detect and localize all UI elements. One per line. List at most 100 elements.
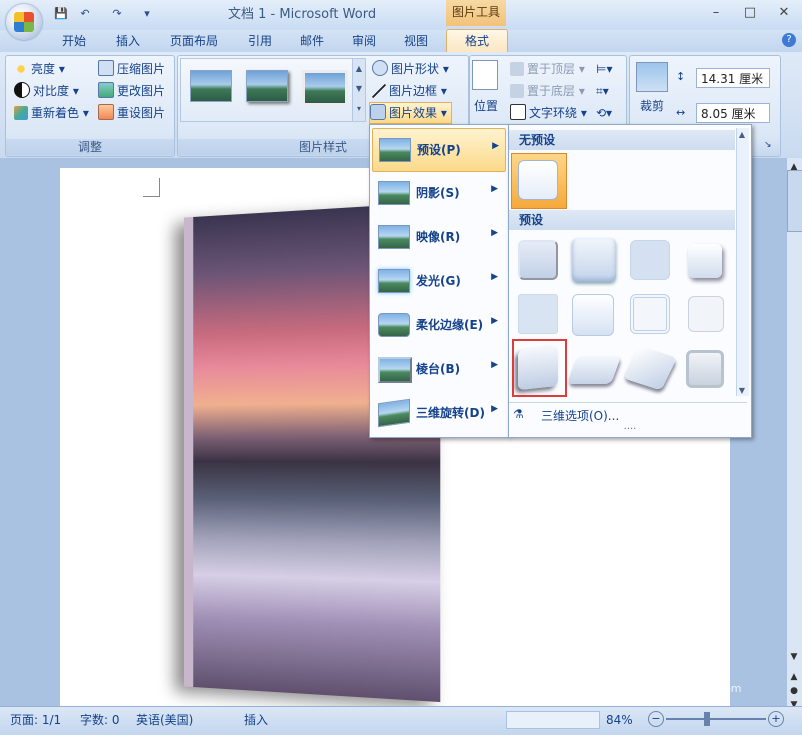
scroll-down-icon[interactable]: ▼ bbox=[787, 650, 801, 664]
watermark-logo: Bai经验 bbox=[612, 640, 730, 684]
contrast-label: 对比度 ▾ bbox=[33, 84, 79, 98]
shape-icon bbox=[372, 60, 388, 76]
submenu-arrow-icon: ▶ bbox=[491, 272, 498, 282]
style-thumb-2[interactable] bbox=[246, 70, 288, 102]
bring-to-front-button[interactable]: 置于顶层 ▾ bbox=[510, 59, 585, 79]
submenu-arrow-icon: ▶ bbox=[492, 141, 499, 151]
picture-shape-button[interactable]: 图片形状 ▾ bbox=[372, 59, 449, 79]
menu-item-reflection[interactable]: 映像(R) ▶ bbox=[372, 216, 504, 258]
reset-picture-button[interactable]: 重设图片 bbox=[98, 103, 165, 123]
redo-icon[interactable]: ↷ bbox=[108, 6, 126, 22]
tab-view[interactable]: 视图 bbox=[396, 31, 436, 51]
view-buttons[interactable] bbox=[506, 711, 600, 729]
submenu-arrow-icon: ▶ bbox=[491, 316, 498, 326]
compress-pictures-button[interactable]: 压缩图片 bbox=[98, 59, 165, 79]
tab-page-layout[interactable]: 页面布局 bbox=[162, 31, 226, 51]
tab-review[interactable]: 审阅 bbox=[344, 31, 384, 51]
preset-option-12[interactable] bbox=[686, 350, 724, 388]
vertical-scrollbar[interactable] bbox=[786, 158, 802, 706]
menu-item-soft-edges-label: 柔化边缘(E) bbox=[416, 316, 483, 333]
customize-quick-access-icon[interactable]: ▾ bbox=[138, 6, 156, 22]
restore-button[interactable]: □ bbox=[738, 4, 762, 22]
picture-effects-label: 图片效果 ▾ bbox=[389, 106, 447, 120]
picture-effects-button[interactable]: 图片效果 ▾ bbox=[369, 102, 452, 124]
tab-mailings[interactable]: 邮件 bbox=[292, 31, 332, 51]
zoom-slider[interactable] bbox=[666, 718, 766, 720]
status-language[interactable]: 英语(美国) bbox=[136, 712, 193, 728]
preset-option-6[interactable] bbox=[572, 294, 614, 336]
status-insert-mode[interactable]: 插入 bbox=[244, 712, 268, 728]
preset-option-2[interactable] bbox=[572, 238, 616, 282]
group-icon[interactable]: ⌗▾ bbox=[596, 84, 614, 100]
minimize-button[interactable]: – bbox=[704, 4, 728, 22]
reflection-icon bbox=[378, 225, 410, 249]
close-button[interactable]: ✕ bbox=[772, 4, 796, 22]
send-back-label: 置于底层 ▾ bbox=[527, 84, 585, 98]
reset-picture-icon bbox=[98, 104, 114, 120]
menu-item-glow-label: 发光(G) bbox=[416, 272, 461, 289]
send-to-back-button[interactable]: 置于底层 ▾ bbox=[510, 81, 585, 101]
menu-item-bevel[interactable]: 棱台(B) ▶ bbox=[372, 348, 504, 390]
help-icon[interactable]: ? bbox=[782, 33, 796, 47]
tab-references[interactable]: 引用 bbox=[240, 31, 280, 51]
text-wrap-button[interactable]: 文字环绕 ▾ bbox=[510, 103, 587, 123]
contrast-button[interactable]: 对比度 ▾ bbox=[14, 81, 79, 101]
previous-page-icon[interactable]: ▲ bbox=[787, 670, 801, 684]
gallery-scroll-arrows[interactable]: ▲ ▼ ▾ bbox=[352, 58, 366, 122]
zoom-in-icon[interactable]: + bbox=[768, 711, 784, 727]
preset-gallery-scrollbar[interactable] bbox=[736, 128, 749, 396]
rotate-icon[interactable]: ⟲▾ bbox=[596, 106, 614, 122]
menu-item-reflection-label: 映像(R) bbox=[416, 228, 460, 245]
preset-option-3[interactable] bbox=[630, 240, 670, 280]
gallery-scroll-down-icon[interactable]: ▼ bbox=[737, 386, 747, 395]
shadow-icon bbox=[378, 181, 410, 205]
text-wrap-icon bbox=[510, 104, 526, 120]
menu-item-shadow[interactable]: 阴影(S) ▶ bbox=[372, 172, 504, 214]
zoom-slider-thumb[interactable] bbox=[704, 712, 710, 726]
no-preset-header: 无预设 bbox=[509, 130, 735, 150]
menu-item-3d-rotation[interactable]: 三维旋转(D) ▶ bbox=[372, 392, 504, 434]
submenu-arrow-icon: ▶ bbox=[491, 228, 498, 238]
height-input[interactable]: 14.31 厘米 bbox=[696, 68, 770, 88]
gallery-scroll-up-icon[interactable]: ▲ bbox=[737, 130, 747, 139]
change-picture-button[interactable]: 更改图片 bbox=[98, 81, 165, 101]
3d-options-icon: ⚗ bbox=[513, 407, 529, 423]
crop-button[interactable]: 裁剪 bbox=[640, 96, 664, 116]
height-icon: ↕ bbox=[676, 70, 692, 86]
menu-item-preset[interactable]: 预设(P) ▶ bbox=[372, 128, 506, 172]
preset-option-1[interactable] bbox=[518, 240, 558, 280]
menu-item-soft-edges[interactable]: 柔化边缘(E) ▶ bbox=[372, 304, 504, 346]
preset-option-7[interactable] bbox=[630, 294, 670, 334]
office-button[interactable] bbox=[6, 4, 42, 40]
zoom-out-icon[interactable]: − bbox=[648, 711, 664, 727]
size-dialog-launcher-icon[interactable]: ↘ bbox=[764, 140, 772, 150]
menu-item-glow[interactable]: 发光(G) ▶ bbox=[372, 260, 504, 302]
style-thumb-1[interactable] bbox=[190, 70, 232, 102]
width-input[interactable]: 8.05 厘米 bbox=[696, 103, 770, 123]
tab-format[interactable]: 格式 bbox=[446, 29, 508, 54]
style-thumb-3[interactable] bbox=[302, 70, 348, 106]
preset-option-8[interactable] bbox=[688, 296, 724, 332]
recolor-button[interactable]: 重新着色 ▾ bbox=[14, 103, 89, 123]
reset-picture-label: 重设图片 bbox=[117, 106, 165, 120]
change-picture-icon bbox=[98, 82, 114, 98]
tab-home[interactable]: 开始 bbox=[54, 31, 94, 51]
save-icon[interactable]: 💾 bbox=[52, 6, 70, 22]
position-button[interactable]: 位置 bbox=[474, 96, 498, 116]
menu-resize-grip[interactable]: ···· bbox=[600, 427, 660, 433]
status-zoom[interactable]: 84% bbox=[606, 712, 633, 728]
brightness-button[interactable]: 亮度 ▾ bbox=[14, 59, 65, 79]
scroll-thumb[interactable] bbox=[787, 170, 802, 232]
undo-icon[interactable]: ↶ bbox=[76, 6, 94, 22]
status-page[interactable]: 页面: 1/1 bbox=[10, 712, 61, 728]
picture-border-button[interactable]: 图片边框 ▾ bbox=[372, 81, 447, 101]
align-icon[interactable]: ⊨▾ bbox=[596, 62, 614, 78]
preset-option-4[interactable] bbox=[688, 244, 722, 278]
preset-option-5[interactable] bbox=[518, 294, 558, 334]
3d-rotation-icon bbox=[378, 399, 410, 427]
browse-object-icon[interactable]: ● bbox=[787, 684, 801, 698]
tab-insert[interactable]: 插入 bbox=[108, 31, 148, 51]
status-word-count[interactable]: 字数: 0 bbox=[80, 712, 120, 728]
adjust-group-label: 调整 bbox=[6, 139, 174, 155]
effects-icon bbox=[370, 104, 386, 120]
